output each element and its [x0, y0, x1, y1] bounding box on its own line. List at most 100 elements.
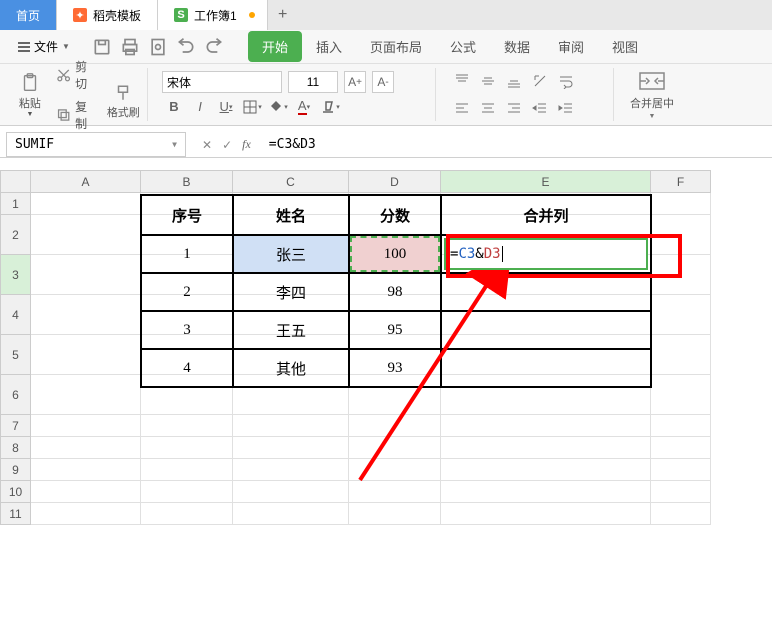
row-header-4[interactable]: 4 [1, 295, 31, 335]
cell-C5[interactable]: 王五 [233, 311, 349, 349]
cell-B5[interactable]: 3 [141, 311, 233, 349]
row-header-2[interactable]: 2 [1, 215, 31, 255]
cell-E5[interactable] [441, 311, 651, 349]
ribbon-tab-data[interactable]: 数据 [490, 31, 544, 62]
increase-font-button[interactable]: A+ [344, 71, 366, 93]
format-painter-button[interactable]: 格式刷 [106, 70, 141, 120]
cell-E3-editor[interactable]: = C3 & D3 [444, 238, 648, 270]
cell-D3[interactable]: 100 [349, 235, 441, 273]
wrap-text-button[interactable] [554, 70, 578, 92]
name-box[interactable]: SUMIF ▼ [6, 132, 186, 157]
align-middle-button[interactable] [476, 70, 500, 92]
ribbon-tab-view[interactable]: 视图 [598, 31, 652, 62]
row-header-3[interactable]: 3 [1, 255, 31, 295]
copy-button[interactable]: 复制 [52, 96, 100, 134]
cell-D5[interactable]: 95 [349, 311, 441, 349]
merge-center-button[interactable]: 合并居中▼ [630, 69, 674, 120]
col-header-A[interactable]: A [31, 171, 141, 193]
ribbon-tab-start[interactable]: 开始 [248, 31, 302, 62]
cancel-formula-button[interactable]: ✕ [202, 138, 212, 152]
align-bottom-button[interactable] [502, 70, 526, 92]
row-header-7[interactable]: 7 [1, 415, 31, 437]
flame-icon: ✦ [73, 8, 87, 22]
tab-daoke-templates[interactable]: ✦ 稻壳模板 [57, 0, 158, 30]
cell-B3[interactable]: 1 [141, 235, 233, 273]
col-header-B[interactable]: B [141, 171, 233, 193]
ribbon-tab-pagelayout[interactable]: 页面布局 [356, 31, 436, 62]
tab-workbook-1[interactable]: S 工作簿1 [158, 0, 268, 30]
redo-button[interactable] [204, 37, 224, 57]
col-header-E[interactable]: E [441, 171, 651, 193]
header-name[interactable]: 姓名 [233, 195, 349, 235]
row-header-10[interactable]: 10 [1, 481, 31, 503]
cell-E4[interactable] [441, 273, 651, 311]
cut-button[interactable]: 剪切 [52, 56, 100, 94]
undo-button[interactable] [176, 37, 196, 57]
print-button[interactable] [120, 37, 140, 57]
font-family-select[interactable] [162, 71, 282, 93]
decrease-indent-button[interactable] [528, 97, 552, 119]
new-tab-button[interactable]: + [268, 0, 298, 30]
col-header-F[interactable]: F [651, 171, 711, 193]
select-all-corner[interactable] [1, 171, 31, 193]
header-seq[interactable]: 序号 [141, 195, 233, 235]
header-score[interactable]: 分数 [349, 195, 441, 235]
cell-E3[interactable]: = C3 & D3 [441, 235, 651, 273]
tab-home[interactable]: 首页 [0, 0, 57, 30]
row-header-6[interactable]: 6 [1, 375, 31, 415]
cell-D6[interactable]: 93 [349, 349, 441, 387]
accept-formula-button[interactable]: ✓ [222, 138, 232, 152]
align-top-button[interactable] [450, 70, 474, 92]
clear-format-button[interactable]: ▾ [318, 96, 342, 118]
row-header-5[interactable]: 5 [1, 335, 31, 375]
format-brush-label: 格式刷 [107, 104, 140, 120]
ref-c3: C3 [458, 246, 475, 262]
cell-D4[interactable]: 98 [349, 273, 441, 311]
cell-C4[interactable]: 李四 [233, 273, 349, 311]
save-button[interactable] [92, 37, 112, 57]
underline-button[interactable]: U▾ [214, 96, 238, 118]
paste-button[interactable]: 粘贴▼ [14, 70, 46, 120]
print-preview-button[interactable] [148, 37, 168, 57]
formula-input[interactable] [261, 132, 772, 157]
cell-E6[interactable] [441, 349, 651, 387]
align-right-button[interactable] [502, 97, 526, 119]
hamburger-icon [18, 42, 30, 52]
cell-B4[interactable]: 2 [141, 273, 233, 311]
ribbon-tab-review[interactable]: 审阅 [544, 31, 598, 62]
cell-C3[interactable]: 张三 [233, 235, 349, 273]
formula-bar: SUMIF ▼ ✕ ✓ fx [0, 132, 772, 158]
fx-icon[interactable]: fx [242, 137, 251, 152]
eq-sign: = [450, 246, 458, 262]
spreadsheet-icon: S [174, 8, 188, 22]
copy-label: 复制 [75, 98, 95, 132]
cell-B6[interactable]: 4 [141, 349, 233, 387]
borders-button[interactable]: ▾ [240, 96, 264, 118]
font-color-button[interactable]: A▾ [292, 96, 316, 118]
decrease-font-button[interactable]: A- [372, 71, 394, 93]
col-header-D[interactable]: D [349, 171, 441, 193]
font-size-select[interactable] [288, 71, 338, 93]
header-merge[interactable]: 合并列 [441, 195, 651, 235]
row-header-9[interactable]: 9 [1, 459, 31, 481]
row-header-1[interactable]: 1 [1, 193, 31, 215]
row-header-8[interactable]: 8 [1, 437, 31, 459]
align-center-button[interactable] [476, 97, 500, 119]
bold-button[interactable]: B [162, 96, 186, 118]
align-left-button[interactable] [450, 97, 474, 119]
fill-color-button[interactable]: ▾ [266, 96, 290, 118]
increase-indent-button[interactable] [554, 97, 578, 119]
col-header-C[interactable]: C [233, 171, 349, 193]
italic-button[interactable]: I [188, 96, 212, 118]
ribbon-tab-formula[interactable]: 公式 [436, 31, 490, 62]
amp-sign: & [475, 246, 483, 262]
cell-C6[interactable]: 其他 [233, 349, 349, 387]
spreadsheet-grid[interactable]: A B C D E F 1 2 3 4 5 6 7 8 9 10 11 序号 姓… [0, 170, 772, 525]
ribbon-tab-insert[interactable]: 插入 [302, 31, 356, 62]
menubar: 文件 ▼ 开始 插入 页面布局 公式 数据 审阅 视图 [0, 30, 772, 64]
row-header-11[interactable]: 11 [1, 503, 31, 525]
orientation-button[interactable] [528, 70, 552, 92]
data-table-overlay: 序号 姓名 分数 合并列 1 张三 100 = C3 & D3 [140, 194, 652, 388]
paste-label: 粘贴 [19, 95, 41, 111]
ribbon-tabs: 开始 插入 页面布局 公式 数据 审阅 视图 [248, 31, 652, 62]
